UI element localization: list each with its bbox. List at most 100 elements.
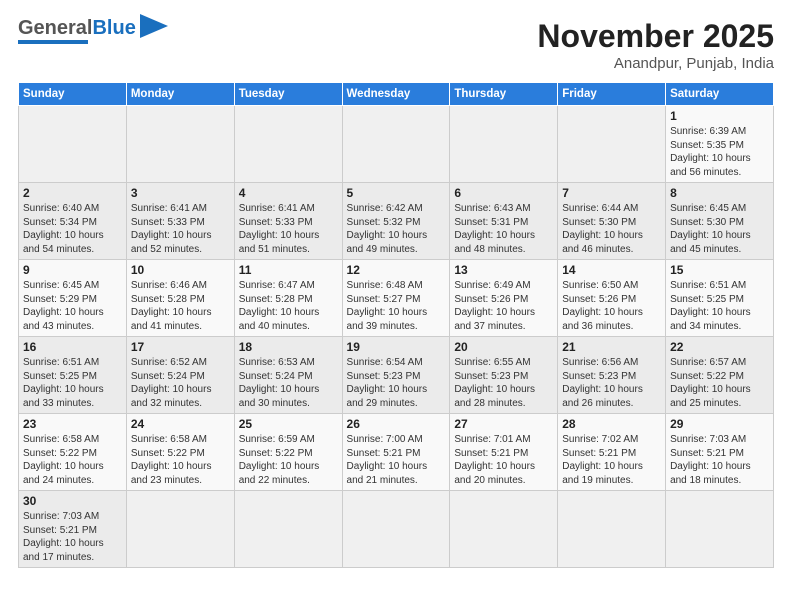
calendar-cell [342,491,450,568]
day-info: Sunrise: 6:48 AM Sunset: 5:27 PM Dayligh… [347,279,446,333]
calendar-cell [19,106,127,183]
calendar-cell: 27Sunrise: 7:01 AM Sunset: 5:21 PM Dayli… [450,414,558,491]
day-number: 25 [239,417,338,431]
day-info: Sunrise: 6:53 AM Sunset: 5:24 PM Dayligh… [239,356,338,410]
day-number: 6 [454,186,553,200]
title-block: November 2025 Anandpur, Punjab, India [537,18,774,72]
day-number: 24 [131,417,230,431]
weekday-header-wednesday: Wednesday [342,83,450,106]
day-info: Sunrise: 6:44 AM Sunset: 5:30 PM Dayligh… [562,202,661,256]
day-number: 3 [131,186,230,200]
calendar-cell [234,106,342,183]
day-number: 19 [347,340,446,354]
calendar-cell: 7 Sunrise: 6:44 AM Sunset: 5:30 PM Daylig… [558,183,666,260]
calendar-cell: 14 Sunrise: 6:50 AM Sunset: 5:26 PM Dayli… [558,260,666,337]
day-number: 4 [239,186,338,200]
page: GeneralBlue November 2025 Anandpur, Punj… [0,0,792,612]
day-info: Sunrise: 6:59 AM Sunset: 5:22 PM Dayligh… [239,433,338,487]
day-number: 12 [347,263,446,277]
day-info: Sunrise: 7:02 AM Sunset: 5:21 PM Dayligh… [562,433,661,487]
logo-icon [140,14,168,38]
day-number: 8 [670,186,769,200]
calendar-table: SundayMondayTuesdayWednesdayThursdayFrid… [18,82,774,568]
day-info: Sunrise: 6:41 AM Sunset: 5:33 PM Dayligh… [239,202,338,256]
day-info: Sunrise: 6:55 AM Sunset: 5:23 PM Dayligh… [454,356,553,410]
calendar-cell: 1Sunrise: 6:39 AM Sunset: 5:35 PM Daylig… [666,106,774,183]
calendar-title: November 2025 [537,18,774,55]
day-info: Sunrise: 6:58 AM Sunset: 5:22 PM Dayligh… [131,433,230,487]
calendar-cell: 9 Sunrise: 6:45 AM Sunset: 5:29 PM Daylig… [19,260,127,337]
day-info: Sunrise: 6:51 AM Sunset: 5:25 PM Dayligh… [23,356,122,410]
day-number: 22 [670,340,769,354]
calendar-cell: 22 Sunrise: 6:57 AM Sunset: 5:22 PM Dayli… [666,337,774,414]
day-number: 18 [239,340,338,354]
weekday-header-row: SundayMondayTuesdayWednesdayThursdayFrid… [19,83,774,106]
day-number: 9 [23,263,122,277]
calendar-cell: 13Sunrise: 6:49 AM Sunset: 5:26 PM Dayli… [450,260,558,337]
calendar-cell: 28Sunrise: 7:02 AM Sunset: 5:21 PM Dayli… [558,414,666,491]
calendar-cell: 26 Sunrise: 7:00 AM Sunset: 5:21 PM Dayli… [342,414,450,491]
calendar-week-3: 16 Sunrise: 6:51 AM Sunset: 5:25 PM Dayli… [19,337,774,414]
day-info: Sunrise: 7:00 AM Sunset: 5:21 PM Dayligh… [347,433,446,487]
day-info: Sunrise: 7:01 AM Sunset: 5:21 PM Dayligh… [454,433,553,487]
calendar-cell: 12 Sunrise: 6:48 AM Sunset: 5:27 PM Dayli… [342,260,450,337]
day-number: 10 [131,263,230,277]
calendar-cell [450,106,558,183]
calendar-week-0: 1Sunrise: 6:39 AM Sunset: 5:35 PM Daylig… [19,106,774,183]
calendar-cell [126,491,234,568]
calendar-cell: 24 Sunrise: 6:58 AM Sunset: 5:22 PM Dayli… [126,414,234,491]
day-number: 26 [347,417,446,431]
calendar-cell: 5Sunrise: 6:42 AM Sunset: 5:32 PM Daylig… [342,183,450,260]
day-number: 2 [23,186,122,200]
calendar-cell: 25 Sunrise: 6:59 AM Sunset: 5:22 PM Dayli… [234,414,342,491]
day-number: 7 [562,186,661,200]
day-info: Sunrise: 6:54 AM Sunset: 5:23 PM Dayligh… [347,356,446,410]
calendar-cell: 30 Sunrise: 7:03 AM Sunset: 5:21 PM Dayli… [19,491,127,568]
day-info: Sunrise: 7:03 AM Sunset: 5:21 PM Dayligh… [23,510,122,564]
calendar-week-4: 23 Sunrise: 6:58 AM Sunset: 5:22 PM Dayli… [19,414,774,491]
calendar-cell: 3 Sunrise: 6:41 AM Sunset: 5:33 PM Daylig… [126,183,234,260]
calendar-cell: 11 Sunrise: 6:47 AM Sunset: 5:28 PM Dayli… [234,260,342,337]
calendar-cell: 21Sunrise: 6:56 AM Sunset: 5:23 PM Dayli… [558,337,666,414]
day-number: 20 [454,340,553,354]
calendar-cell: 6Sunrise: 6:43 AM Sunset: 5:31 PM Daylig… [450,183,558,260]
day-info: Sunrise: 6:45 AM Sunset: 5:30 PM Dayligh… [670,202,769,256]
day-info: Sunrise: 6:47 AM Sunset: 5:28 PM Dayligh… [239,279,338,333]
calendar-cell [450,491,558,568]
day-info: Sunrise: 6:45 AM Sunset: 5:29 PM Dayligh… [23,279,122,333]
calendar-cell: 17Sunrise: 6:52 AM Sunset: 5:24 PM Dayli… [126,337,234,414]
calendar-cell: 16 Sunrise: 6:51 AM Sunset: 5:25 PM Dayli… [19,337,127,414]
day-number: 14 [562,263,661,277]
calendar-cell [666,491,774,568]
weekday-header-sunday: Sunday [19,83,127,106]
calendar-cell: 18 Sunrise: 6:53 AM Sunset: 5:24 PM Dayli… [234,337,342,414]
day-number: 30 [23,494,122,508]
day-info: Sunrise: 6:42 AM Sunset: 5:32 PM Dayligh… [347,202,446,256]
calendar-week-1: 2Sunrise: 6:40 AM Sunset: 5:34 PM Daylig… [19,183,774,260]
day-number: 16 [23,340,122,354]
weekday-header-monday: Monday [126,83,234,106]
calendar-subtitle: Anandpur, Punjab, India [537,55,774,72]
calendar-cell [558,106,666,183]
day-number: 1 [670,109,769,123]
weekday-header-thursday: Thursday [450,83,558,106]
weekday-header-saturday: Saturday [666,83,774,106]
day-number: 13 [454,263,553,277]
calendar-cell: 23 Sunrise: 6:58 AM Sunset: 5:22 PM Dayli… [19,414,127,491]
header: GeneralBlue November 2025 Anandpur, Punj… [18,18,774,72]
day-number: 11 [239,263,338,277]
calendar-cell [342,106,450,183]
calendar-cell: 2Sunrise: 6:40 AM Sunset: 5:34 PM Daylig… [19,183,127,260]
day-info: Sunrise: 6:58 AM Sunset: 5:22 PM Dayligh… [23,433,122,487]
day-info: Sunrise: 6:50 AM Sunset: 5:26 PM Dayligh… [562,279,661,333]
calendar-cell: 20 Sunrise: 6:55 AM Sunset: 5:23 PM Dayli… [450,337,558,414]
day-info: Sunrise: 6:41 AM Sunset: 5:33 PM Dayligh… [131,202,230,256]
calendar-cell: 4 Sunrise: 6:41 AM Sunset: 5:33 PM Daylig… [234,183,342,260]
day-info: Sunrise: 6:56 AM Sunset: 5:23 PM Dayligh… [562,356,661,410]
calendar-cell [234,491,342,568]
weekday-header-tuesday: Tuesday [234,83,342,106]
day-info: Sunrise: 6:51 AM Sunset: 5:25 PM Dayligh… [670,279,769,333]
day-number: 23 [23,417,122,431]
weekday-header-friday: Friday [558,83,666,106]
day-info: Sunrise: 6:57 AM Sunset: 5:22 PM Dayligh… [670,356,769,410]
